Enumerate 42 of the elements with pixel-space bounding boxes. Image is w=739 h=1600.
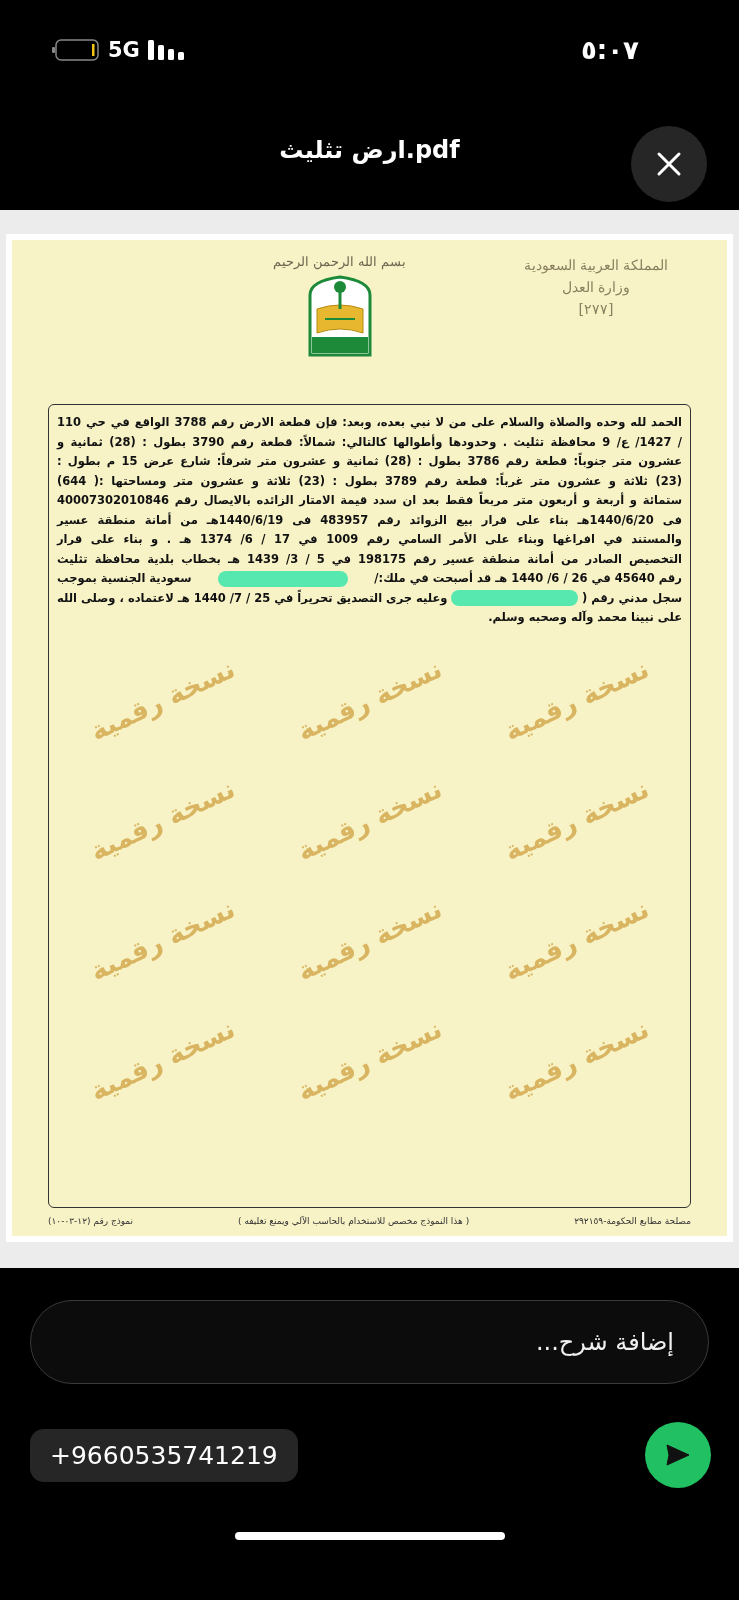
send-icon	[666, 1444, 690, 1466]
deed-text: رقم 45640 في 26 / 6/ 1440 هـ قد أصبحت في ملك:/	[374, 569, 682, 587]
watermark-label: نسخة رقمية	[498, 1012, 655, 1109]
watermark-label: نسخة رقمية	[84, 652, 241, 749]
watermark-label: نسخة رقمية	[291, 1012, 448, 1109]
basmala-text: بسم الله الرحمن الرحيم	[272, 254, 407, 269]
letterhead-text: [٢٧٧]	[578, 300, 614, 319]
clock: ٥:٠٧	[581, 35, 639, 65]
deed-text: التخصيص الصادر من أمانة منطقة عسير رقم 198175 في 5 / 3/ 1439 هـ بخطاب بلدية محافظة تثليث	[57, 550, 682, 568]
watermark-label: نسخة رقمية	[291, 652, 448, 749]
deed-text: فى 1440/6/20هـ بناء على قرار بيع الزوائد رقم 483957 فى 1440/6/19هـ من أمانة منطقة عسير	[57, 511, 682, 530]
letterhead-text: وزارة العدل	[561, 278, 631, 298]
deed-text: الحمد لله وحده والصلاة والسلام على من لا نبي بعده، وبعد: فإن قطعة الارض رقم 3788 الواقع في حي 110	[57, 414, 682, 432]
close-icon	[656, 151, 682, 177]
footer-note: نموذج رقم (١٢-٠٣-١٠)	[48, 1216, 134, 1226]
watermark-label: نسخة رقمية	[84, 892, 241, 989]
letterhead-text: المملكة العربية السعودية	[523, 256, 669, 276]
deed-text: (23) ثلاثة و عشرون متر غرباً: قطعة رقم 3789 بطول : (23) ثلاثة و عشرون متر ومساحتها :( 644)	[57, 471, 682, 491]
deed-text: عشرون متر جنوباً: قطعة رقم 3786 بطول : (28) ثمانية و عشرون متر شرقاً: شارع عرض 15 م بطول :	[57, 452, 682, 471]
watermark-label: نسخة رقمية	[498, 892, 655, 989]
watermark-label: نسخة رقمية	[84, 1012, 241, 1109]
deed-text: / 1427/ ع/ 9 محافظة تثليث . وحدودها وأطوالها كالتالي: شمالاً: قطعة رقم 3790 بطول : (28) ثمانية و	[57, 433, 682, 452]
watermark-label: نسخة رقمية	[498, 652, 655, 749]
watermark-label: نسخة رقمية	[291, 772, 448, 869]
footer-note: ( هذا النموذج مخصص للاستخدام بالحاسب الآلي ويمنع تغليفه )	[238, 1216, 470, 1226]
watermark-label: نسخة رقمية	[84, 772, 241, 869]
network-label: 5G	[108, 38, 140, 62]
deed-text: والمستند في افراغها وبناء على الأمر السامي رقم 1009 في 17 / 6/ 1374 هـ . و بناء على قرار	[57, 531, 682, 549]
signal-icon	[147, 40, 186, 60]
caption-field[interactable]: إضافة شرح...	[30, 1300, 709, 1384]
deed-text: وعليه جرى التصديق تحريراً في 25 / 7/ 1440 هـ لاعتماده ، وصلى الله	[57, 588, 448, 608]
emblem-icon	[306, 275, 373, 357]
watermark-label: نسخة رقمية	[498, 772, 655, 869]
deed-text: ستمائة و أربعة و أربعون متر مربعاً فقط بعد ان سدد قيمة الامتار الزائده بالايصال رقم 40007302010846	[57, 491, 682, 510]
file-title: ارض تثليث.pdf	[279, 136, 460, 164]
recipient-chip[interactable]: +9660535741219	[30, 1428, 298, 1482]
footer-note: مصلحة مطابع الحكومة-٢٩٢١٥٩	[574, 1216, 691, 1226]
deed-text: على نبينا محمد وآله وصحبه وسلم.	[488, 609, 682, 627]
deed-text: سجل مدني رقم (	[582, 589, 682, 607]
watermark-label: نسخة رقمية	[291, 892, 448, 989]
deed-text: سعودية الجنسية بموجب	[57, 570, 192, 588]
battery-icon	[52, 39, 100, 61]
